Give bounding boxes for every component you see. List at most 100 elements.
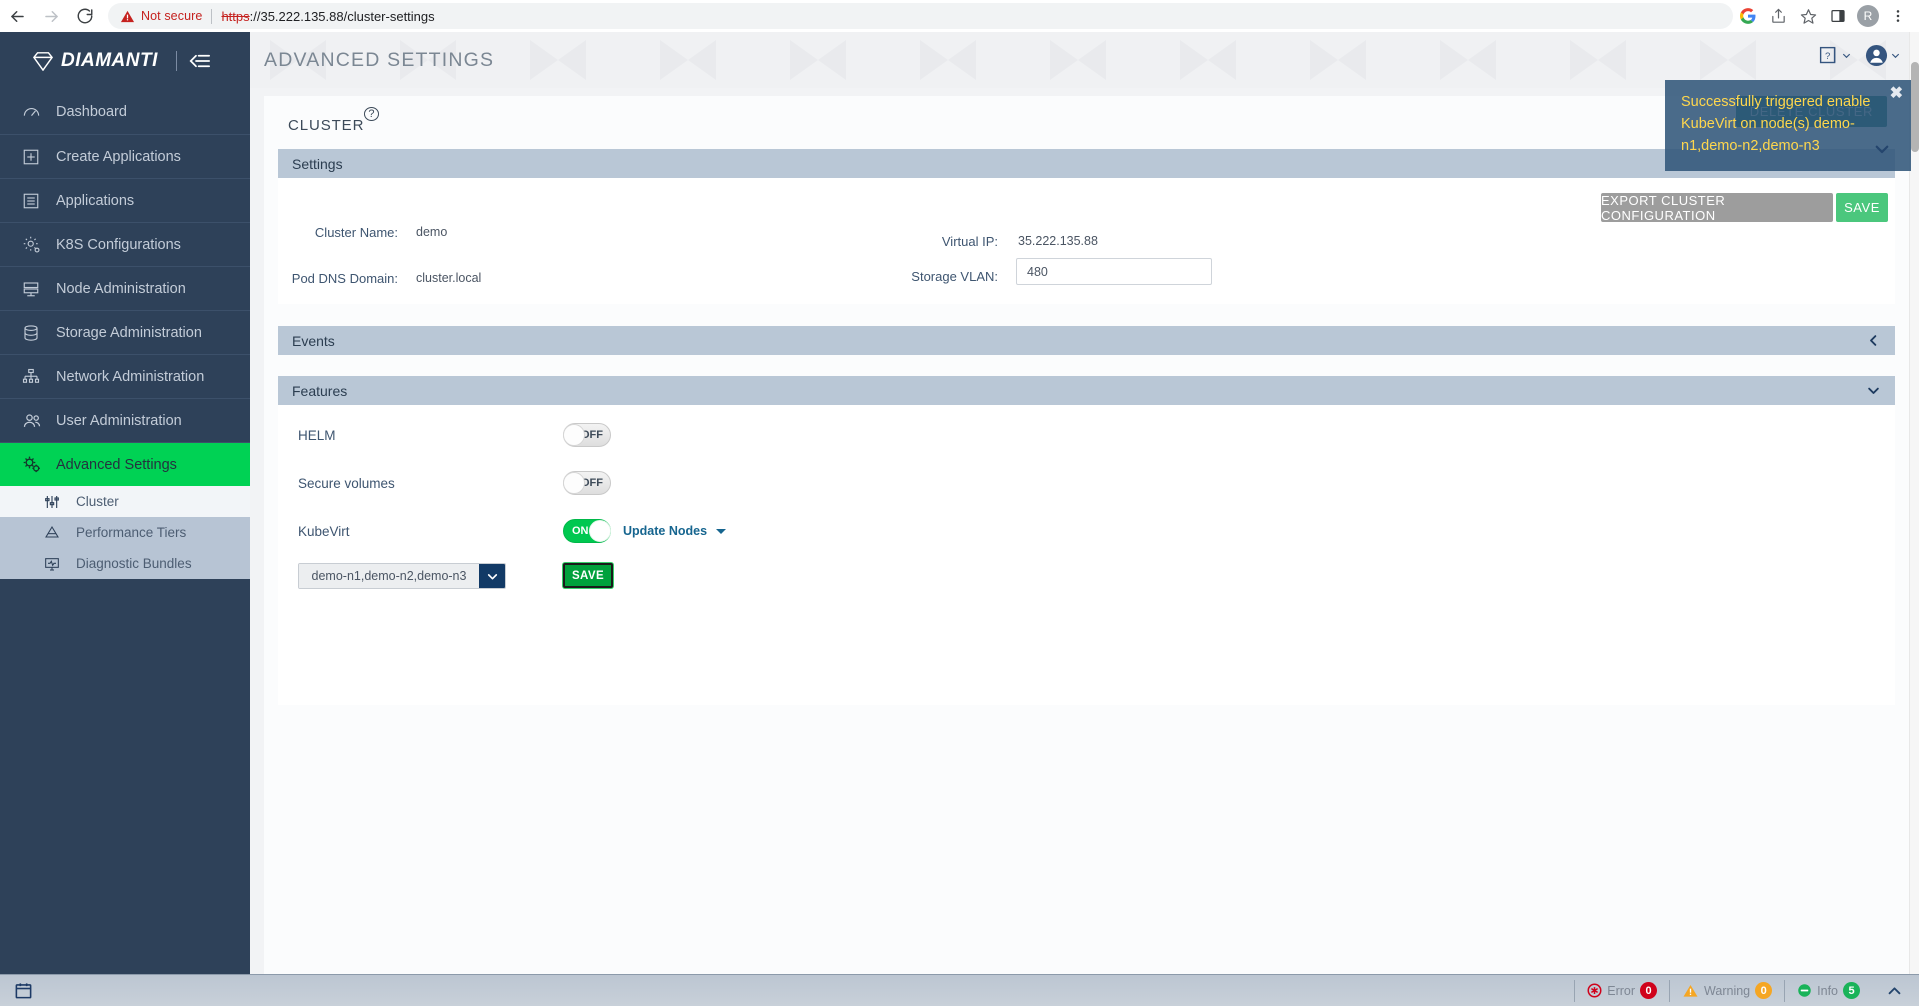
layers-icon bbox=[44, 525, 76, 541]
profile-avatar[interactable]: R bbox=[1853, 1, 1883, 31]
section-header-events[interactable]: Events bbox=[278, 326, 1895, 355]
brand-name: DIAMANTI bbox=[61, 50, 158, 71]
sidebar-item-node-administration[interactable]: Node Administration bbox=[0, 266, 250, 310]
plus-square-icon bbox=[22, 148, 56, 166]
header-actions: ? bbox=[1818, 44, 1901, 67]
save-settings-button[interactable]: SAVE bbox=[1836, 193, 1888, 222]
toast-chevron-down-icon[interactable] bbox=[1873, 140, 1891, 163]
update-nodes-label: Update Nodes bbox=[623, 524, 708, 538]
save-nodes-button[interactable]: SAVE bbox=[563, 563, 613, 588]
status-error[interactable]: Error 0 bbox=[1574, 979, 1669, 1002]
status-label: Warning bbox=[1704, 983, 1751, 998]
collapse-sidebar-icon[interactable] bbox=[189, 53, 210, 69]
side-panel-icon[interactable] bbox=[1823, 1, 1853, 31]
sidebar-item-dashboard[interactable]: Dashboard bbox=[0, 90, 250, 134]
close-icon[interactable]: ✖ bbox=[1890, 86, 1903, 102]
storage-vlan-input[interactable]: 480 bbox=[1016, 258, 1212, 285]
sidebar-item-network-administration[interactable]: Network Administration bbox=[0, 354, 250, 398]
user-avatar-icon[interactable] bbox=[1865, 44, 1901, 67]
sidebar-item-label: Advanced Settings bbox=[56, 456, 177, 473]
update-nodes-dropdown[interactable]: Update Nodes bbox=[623, 524, 727, 538]
toggle-knob bbox=[563, 424, 585, 446]
caret-down-icon bbox=[716, 528, 727, 534]
brand-header: DIAMANTI bbox=[0, 32, 250, 90]
sidebar-subitem-label: Diagnostic Bundles bbox=[76, 556, 192, 571]
sidebar-item-applications[interactable]: Applications bbox=[0, 178, 250, 222]
monitor-pulse-icon bbox=[44, 556, 76, 572]
app-root: DIAMANTI Dashboard Create Applications A… bbox=[0, 32, 1919, 1006]
sidebar-item-create-applications[interactable]: Create Applications bbox=[0, 134, 250, 178]
kubevirt-label: KubeVirt bbox=[298, 524, 350, 539]
browser-toolbar-icons: R bbox=[1733, 1, 1919, 31]
export-cluster-configuration-button[interactable]: EXPORT CLUSTER CONFIGURATION bbox=[1601, 193, 1833, 223]
sidebar-item-k8s-configurations[interactable]: K8S Configurations bbox=[0, 222, 250, 266]
chevron-down-icon bbox=[1891, 53, 1900, 59]
sidebar-subitem-label: Cluster bbox=[76, 494, 119, 509]
virtual-ip-label: Virtual IP: bbox=[941, 234, 998, 249]
diamanti-logo: DIAMANTI bbox=[32, 50, 158, 72]
status-label: Error bbox=[1607, 983, 1636, 998]
section-header-features[interactable]: Features bbox=[278, 376, 1895, 405]
status-warning[interactable]: Warning 0 bbox=[1669, 979, 1784, 1002]
section-header-settings[interactable]: Settings bbox=[278, 149, 1895, 178]
google-icon[interactable] bbox=[1733, 1, 1763, 31]
server-node-icon bbox=[22, 280, 56, 298]
not-secure-warning-icon bbox=[120, 10, 135, 22]
forward-button[interactable] bbox=[34, 0, 68, 32]
chevron-down-icon[interactable] bbox=[1866, 383, 1881, 398]
share-icon[interactable] bbox=[1763, 1, 1793, 31]
card-title-text: CLUSTER bbox=[288, 117, 365, 134]
sidebar-item-user-administration[interactable]: User Administration bbox=[0, 398, 250, 442]
scrollbar-thumb[interactable] bbox=[1911, 62, 1919, 152]
chevron-down-icon bbox=[1842, 53, 1851, 59]
cluster-name-label: Cluster Name: bbox=[314, 225, 398, 240]
content-area: ADVANCED SETTINGS ? CLUSTER? Settings EX… bbox=[250, 32, 1919, 974]
kubevirt-toggle[interactable]: ON bbox=[563, 519, 611, 543]
status-count: 0 bbox=[1640, 982, 1658, 999]
users-icon bbox=[22, 411, 56, 431]
content-scrollbar[interactable] bbox=[1909, 32, 1919, 974]
chevron-left-icon[interactable] bbox=[1866, 333, 1881, 348]
info-icon bbox=[1798, 984, 1811, 997]
secure-volumes-toggle[interactable]: OFF bbox=[563, 471, 611, 495]
sidebar-item-storage-administration[interactable]: Storage Administration bbox=[0, 310, 250, 354]
dashboard-gauge-icon bbox=[22, 103, 56, 122]
address-bar[interactable]: Not secure https://35.222.135.88/cluster… bbox=[108, 3, 1733, 29]
features-body: HELM OFF Secure volumes OFF KubeVirt ON bbox=[278, 405, 1895, 705]
secure-volumes-toggle-state: OFF bbox=[581, 477, 603, 489]
reload-button[interactable] bbox=[68, 0, 102, 32]
toast-message: Successfully triggered enable KubeVirt o… bbox=[1681, 94, 1871, 154]
more-menu-icon[interactable] bbox=[1883, 1, 1913, 31]
status-label: Info bbox=[1817, 983, 1838, 998]
chevron-down-icon[interactable] bbox=[479, 564, 505, 588]
sidebar-subitem-performance-tiers[interactable]: Performance Tiers bbox=[0, 517, 250, 548]
warning-icon bbox=[1683, 984, 1698, 997]
omnibox-divider bbox=[211, 8, 213, 24]
card-title-help[interactable]: ? bbox=[364, 107, 380, 121]
svg-text:?: ? bbox=[1825, 51, 1830, 62]
helm-label: HELM bbox=[298, 428, 336, 443]
sidebar-subitem-label: Performance Tiers bbox=[76, 525, 187, 540]
sidebar-item-label: Node Administration bbox=[56, 280, 186, 297]
not-secure-label: Not secure bbox=[141, 9, 203, 23]
status-info[interactable]: Info 5 bbox=[1784, 979, 1872, 1002]
node-select[interactable]: demo-n1,demo-n2,demo-n3 bbox=[298, 563, 506, 589]
error-icon bbox=[1587, 983, 1602, 998]
helm-toggle[interactable]: OFF bbox=[563, 423, 611, 447]
sidebar-item-advanced-settings[interactable]: Advanced Settings bbox=[0, 442, 250, 486]
bookmark-star-icon[interactable] bbox=[1793, 1, 1823, 31]
sidebar-item-label: Network Administration bbox=[56, 368, 205, 385]
profile-initial: R bbox=[1857, 5, 1879, 27]
calendar-icon[interactable] bbox=[0, 981, 33, 1000]
chevron-up-icon[interactable] bbox=[1872, 982, 1919, 999]
sliders-icon bbox=[44, 494, 76, 510]
sidebar-item-label: Storage Administration bbox=[56, 324, 202, 341]
help-book-icon[interactable]: ? bbox=[1818, 45, 1852, 66]
status-count: 5 bbox=[1843, 982, 1860, 999]
back-button[interactable] bbox=[0, 0, 34, 32]
database-icon bbox=[22, 324, 56, 342]
section-title: Features bbox=[292, 382, 348, 399]
sidebar-subitem-cluster[interactable]: Cluster bbox=[0, 486, 250, 517]
diamond-icon bbox=[32, 52, 54, 71]
sidebar-subitem-diagnostic-bundles[interactable]: Diagnostic Bundles bbox=[0, 548, 250, 579]
